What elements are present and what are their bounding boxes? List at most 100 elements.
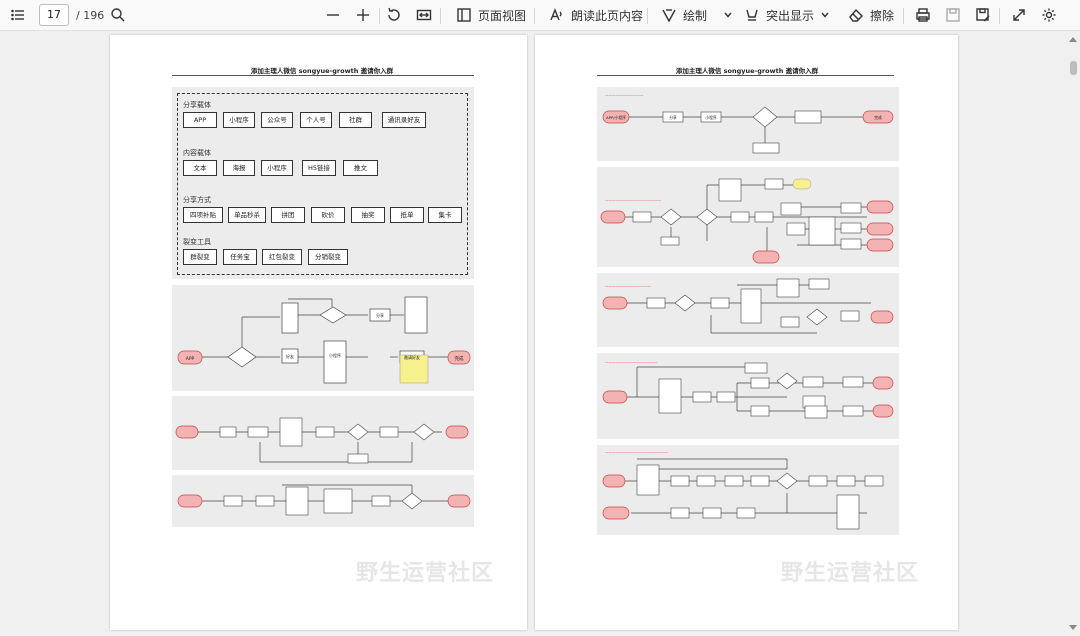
flow-node-share: 分享 bbox=[376, 312, 384, 318]
vertical-scrollbar[interactable] bbox=[1066, 31, 1080, 636]
plus-icon bbox=[353, 5, 373, 25]
watermark: 野生运营社区 bbox=[781, 561, 920, 586]
page-view-button[interactable]: 页面视图 bbox=[454, 0, 526, 31]
scrollbar-thumb[interactable] bbox=[1070, 61, 1077, 75]
content-carrier-chip: H5链接 bbox=[302, 160, 336, 176]
highlight-button[interactable]: 突出显示 bbox=[742, 0, 814, 31]
fission-tool-chip: 群裂变 bbox=[183, 249, 217, 265]
flow-node-app-mini: APP/小程序 bbox=[606, 115, 626, 120]
flow-panel-a: ——————————— APP/小程序 小程序 分享 完成 bbox=[597, 87, 899, 161]
svg-text:——————————————————: —————————————————— bbox=[605, 450, 669, 454]
divider bbox=[440, 8, 441, 24]
save-icon bbox=[943, 5, 963, 25]
rotate-icon bbox=[384, 5, 404, 25]
draw-options-button[interactable] bbox=[718, 0, 738, 31]
fullscreen-button[interactable] bbox=[1009, 0, 1029, 31]
read-aloud-icon bbox=[547, 5, 567, 25]
chevron-down-icon bbox=[718, 5, 738, 25]
expand-icon bbox=[1009, 5, 1029, 25]
page-view-label: 页面视图 bbox=[478, 8, 527, 23]
group-label: 内容载体 bbox=[183, 149, 211, 157]
group-label: 裂变工具 bbox=[183, 238, 211, 246]
flow-node-complete: 完成 bbox=[455, 355, 464, 362]
content-carrier-chip: 小程序 bbox=[261, 160, 293, 176]
share-carrier-chip: 小程序 bbox=[223, 112, 255, 128]
chevron-down-icon bbox=[815, 5, 835, 25]
flow-node-complete: 完成 bbox=[874, 115, 882, 120]
carriers-panel: 分享载体 APP 小程序 公众号 个人号 社群 通讯录好友 内容载体 文本 海报… bbox=[172, 87, 474, 279]
minus-icon bbox=[323, 5, 343, 25]
divider bbox=[903, 8, 904, 24]
flowchart-b: ———————————————— bbox=[600, 178, 894, 264]
page-title: 添加主理人微信 songyue-growth 邀请你入群 bbox=[250, 67, 394, 75]
pdf-toolbar: 17 / 196 页面视图 朗读此页内容 绘制 突出显示 擦除 bbox=[0, 0, 1080, 31]
draw-button[interactable]: 绘制 bbox=[659, 0, 707, 31]
share-method-chip: 拼团 bbox=[271, 207, 305, 223]
title-rule bbox=[597, 75, 894, 76]
page-number-input[interactable]: 17 bbox=[39, 4, 69, 26]
scroll-down-icon[interactable] bbox=[1069, 625, 1077, 630]
flow-node-app: APP bbox=[186, 356, 195, 362]
read-aloud-button[interactable]: 朗读此页内容 bbox=[547, 0, 643, 31]
share-carrier-chip: 公众号 bbox=[261, 112, 293, 128]
flowchart-1: APP 完成 好友 邀请好友 小程序 分享 bbox=[177, 296, 471, 384]
zoom-in-button[interactable] bbox=[353, 0, 373, 31]
fit-width-icon bbox=[414, 5, 434, 25]
share-carrier-chip: 通讯录好友 bbox=[382, 112, 426, 128]
flow-panel-1: APP 完成 好友 邀请好友 小程序 分享 bbox=[172, 285, 474, 391]
save-button[interactable] bbox=[943, 0, 963, 31]
divider bbox=[379, 8, 380, 24]
pdf-page-right: 添加主理人微信 songyue-growth 邀请你入群 ———————————… bbox=[535, 35, 958, 630]
svg-text:————————————————: ———————————————— bbox=[605, 198, 662, 202]
zoom-out-button[interactable] bbox=[323, 0, 343, 31]
share-method-chip: 砍价 bbox=[311, 207, 345, 223]
page-title: 添加主理人微信 songyue-growth 邀请你入群 bbox=[675, 67, 819, 75]
flow-panel-e: —————————————————— bbox=[597, 445, 899, 535]
fission-tool-chip: 任务宝 bbox=[223, 249, 257, 265]
flowchart-3 bbox=[177, 484, 471, 516]
share-method-chip: 抵单 bbox=[390, 207, 424, 223]
fission-tool-chip: 分销裂变 bbox=[308, 249, 348, 265]
erase-button[interactable]: 擦除 bbox=[846, 0, 894, 31]
gear-icon bbox=[1039, 5, 1059, 25]
save-as-button[interactable] bbox=[973, 0, 993, 31]
page-count: / 196 bbox=[76, 9, 105, 22]
content-carrier-chip: 推文 bbox=[343, 160, 378, 176]
settings-button[interactable] bbox=[1039, 0, 1059, 31]
content-carrier-chip: 海报 bbox=[223, 160, 255, 176]
flow-node-friend: 好友 bbox=[286, 353, 294, 359]
flow-panel-b: ———————————————— bbox=[597, 167, 899, 267]
pdf-page-left: 添加主理人微信 songyue-growth 邀请你入群 分享载体 APP 小程… bbox=[110, 35, 527, 630]
contents-button[interactable] bbox=[8, 0, 28, 31]
flowchart-2 bbox=[175, 417, 469, 464]
page-view-icon bbox=[454, 5, 474, 25]
svg-text:—————————————: ————————————— bbox=[605, 284, 651, 288]
highlight-options-button[interactable] bbox=[815, 0, 835, 31]
share-method-chip: 抽奖 bbox=[351, 207, 385, 223]
share-method-chip: 四项补贴 bbox=[183, 207, 223, 223]
fission-tool-chip: 红包裂变 bbox=[262, 249, 302, 265]
divider bbox=[534, 8, 535, 24]
flow-panel-2 bbox=[172, 396, 474, 470]
search-button[interactable] bbox=[108, 0, 128, 31]
draw-label: 绘制 bbox=[683, 8, 708, 23]
share-method-chip: 集卡 bbox=[428, 207, 462, 223]
title-rule bbox=[172, 75, 474, 76]
divider bbox=[999, 8, 1000, 24]
highlighter-icon bbox=[742, 5, 762, 25]
share-carrier-chip: 个人号 bbox=[300, 112, 332, 128]
flowchart-c: ————————————— bbox=[602, 278, 894, 334]
eraser-icon bbox=[846, 5, 866, 25]
rotate-button[interactable] bbox=[384, 0, 404, 31]
watermark: 野生运营社区 bbox=[356, 561, 495, 586]
content-carrier-chip: 文本 bbox=[183, 160, 217, 176]
search-icon bbox=[108, 5, 128, 25]
printer-icon bbox=[913, 5, 933, 25]
erase-label: 擦除 bbox=[870, 8, 895, 23]
list-icon bbox=[8, 5, 28, 25]
flow-node-invite: 邀请好友 bbox=[404, 354, 420, 360]
fit-width-button[interactable] bbox=[414, 0, 434, 31]
scroll-up-icon[interactable] bbox=[1069, 37, 1077, 42]
save-as-icon bbox=[973, 5, 993, 25]
print-button[interactable] bbox=[913, 0, 933, 31]
